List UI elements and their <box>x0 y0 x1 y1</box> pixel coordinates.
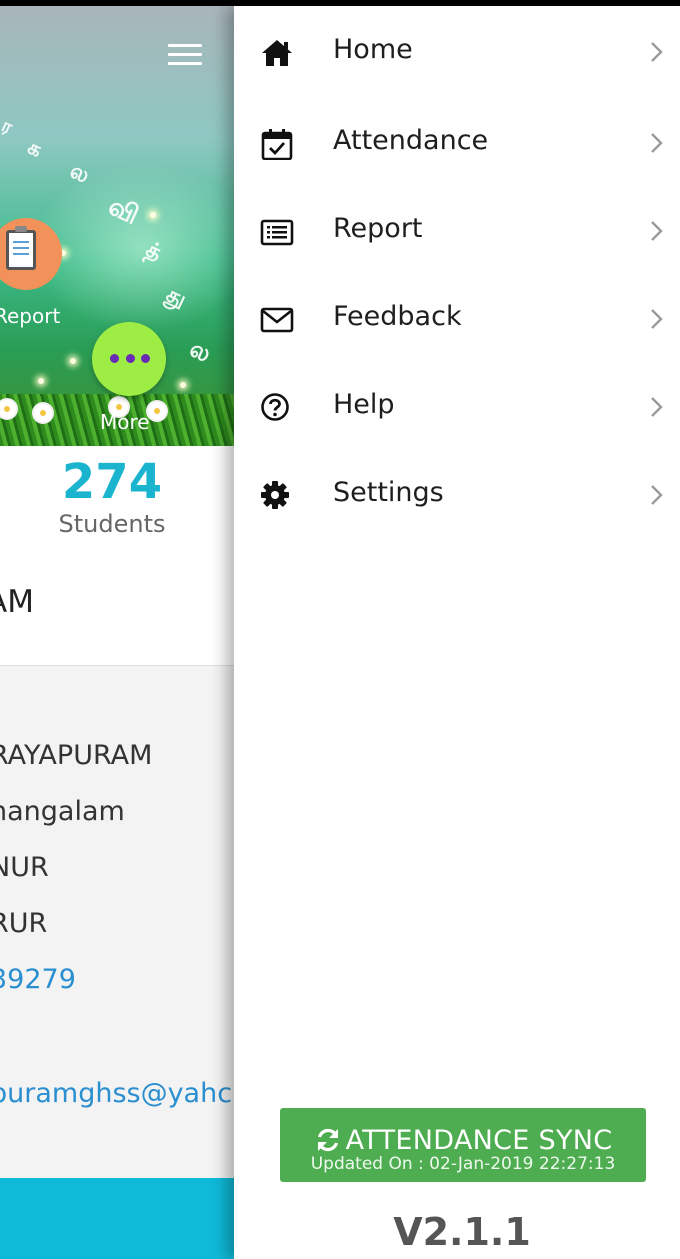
school-address-line: RAYAPURAM <box>0 740 153 771</box>
school-region-line: RUR <box>0 908 48 939</box>
school-district-line: NUR <box>0 852 49 883</box>
hamburger-menu-icon[interactable] <box>168 44 202 72</box>
attendance-sync-button[interactable]: ATTENDANCE SYNC Updated On : 02-Jan-2019… <box>280 1108 646 1182</box>
school-name: AM <box>0 584 34 620</box>
school-email-link[interactable]: puramghss@yahc <box>0 1078 232 1109</box>
chevron-right-icon <box>651 309 663 329</box>
chevron-right-icon <box>651 485 663 505</box>
chevron-right-icon <box>651 133 663 153</box>
bottom-bar <box>0 1178 236 1259</box>
chevron-right-icon <box>651 397 663 417</box>
sync-updated-timestamp: Updated On : 02-Jan-2019 22:27:13 <box>310 1154 616 1174</box>
menu-item-label: Report <box>333 213 423 244</box>
menu-item-home[interactable]: Home <box>234 9 680 97</box>
menu-item-label: Feedback <box>333 301 462 332</box>
envelope-icon <box>260 307 294 333</box>
gear-icon <box>261 481 289 509</box>
menu-item-feedback[interactable]: Feedback <box>234 276 680 364</box>
menu-item-label: Help <box>333 389 395 420</box>
refresh-icon <box>317 1128 338 1152</box>
menu-item-label: Home <box>333 34 413 65</box>
more-label: More <box>100 410 150 434</box>
school-block: nangalam <box>0 796 125 827</box>
question-circle-icon <box>261 393 289 421</box>
background-app: க ல வி த் து ல ர Report More 274 Student… <box>0 0 236 1259</box>
students-label: Students <box>58 510 166 538</box>
menu-item-settings[interactable]: Settings <box>234 452 680 540</box>
menu-item-label: Settings <box>333 477 444 508</box>
menu-item-label: Attendance <box>333 125 489 156</box>
report-tile-label: Report <box>0 304 61 328</box>
home-banner: க ல வி த் து ல ர Report More <box>0 6 236 446</box>
home-icon <box>262 40 292 66</box>
more-dots-icon <box>110 354 150 364</box>
more-button[interactable] <box>92 322 166 396</box>
menu-item-help[interactable]: Help <box>234 364 680 452</box>
sync-title: ATTENDANCE SYNC <box>345 1124 613 1156</box>
app-version: V2.1.1 <box>393 1210 531 1254</box>
students-count: 274 <box>61 454 163 510</box>
list-icon <box>260 219 294 246</box>
calendar-check-icon <box>261 129 293 160</box>
navigation-drawer: Home Attendance Report Feedback Help Set… <box>234 6 680 1259</box>
menu-item-report[interactable]: Report <box>234 188 680 276</box>
school-phone-link[interactable]: 39279 <box>0 964 76 995</box>
status-bar-edge <box>0 0 680 6</box>
chevron-right-icon <box>651 42 663 62</box>
stats-card: 274 Students AM <box>0 446 236 666</box>
report-tile-icon[interactable] <box>0 218 62 290</box>
menu-item-attendance[interactable]: Attendance <box>234 100 680 188</box>
chevron-right-icon <box>651 221 663 241</box>
